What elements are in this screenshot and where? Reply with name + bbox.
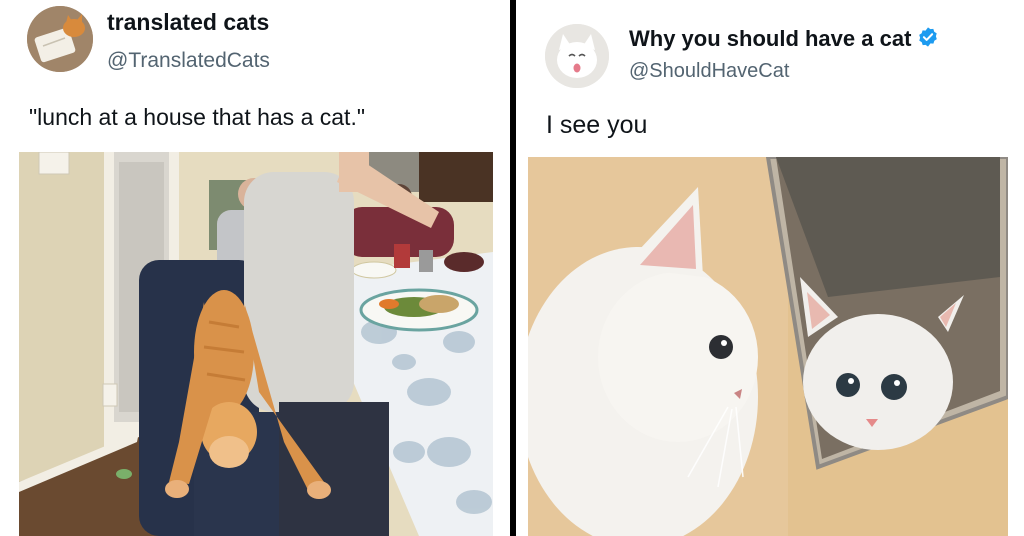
cat-on-book-avatar-icon	[27, 6, 93, 72]
right-tweet-panel: Why you should have a cat @ShouldHaveCat…	[516, 0, 1024, 536]
white-kitten-looking-in-mirror-photo-icon	[528, 157, 1008, 536]
display-name-text: Why you should have a cat	[629, 26, 912, 51]
should-have-cat-avatar[interactable]	[545, 24, 609, 88]
display-name[interactable]: Why you should have a cat	[629, 26, 939, 54]
verified-badge-icon	[917, 26, 939, 54]
user-handle[interactable]: @ShouldHaveCat	[629, 60, 789, 83]
translated-cats-avatar[interactable]	[27, 6, 93, 72]
tweet-text: I see you	[546, 111, 648, 139]
orange-cat-stretched-at-dinner-table-photo-icon	[19, 152, 493, 536]
white-cat-tongue-avatar-icon	[545, 24, 609, 88]
tweet-photo[interactable]	[528, 157, 1008, 536]
display-name[interactable]: translated cats	[107, 9, 269, 36]
user-handle[interactable]: @TranslatedCats	[107, 49, 270, 73]
left-tweet-panel: translated cats @TranslatedCats "lunch a…	[0, 0, 510, 536]
tweet-photo[interactable]	[19, 152, 493, 536]
tweet-text: "lunch at a house that has a cat."	[29, 104, 365, 130]
